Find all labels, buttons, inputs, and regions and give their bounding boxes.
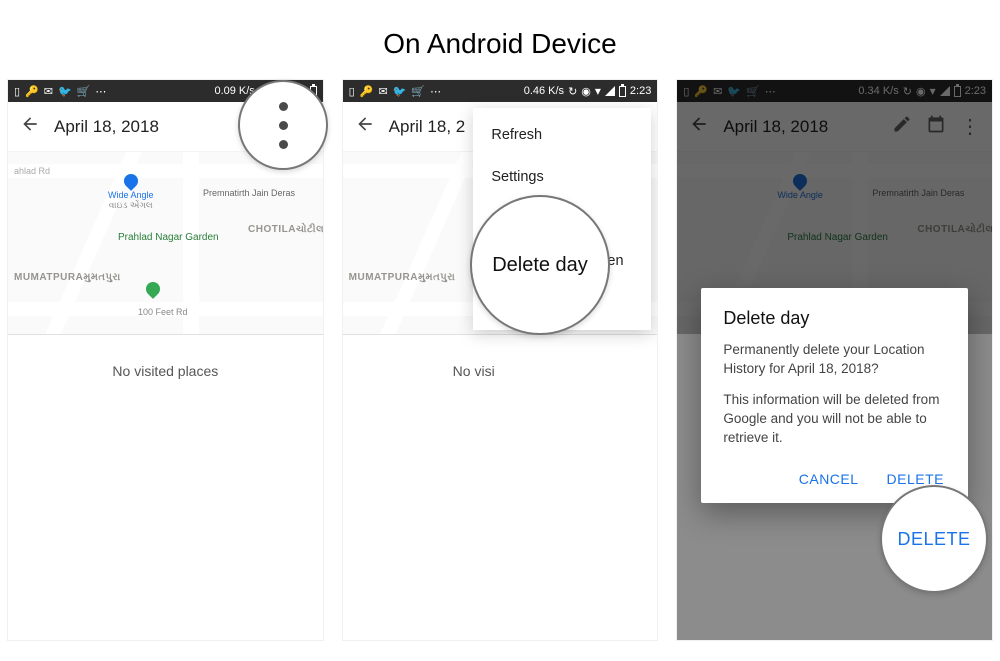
signal-icon: [605, 86, 615, 96]
key-icon: 🔑: [360, 85, 374, 98]
book-icon: ▯: [14, 85, 20, 98]
status-bar: ▯ 🔑 ✉ 🐦 🛒 ⋯ 0.46 K/s ↻ ◉ ▾ 2:23: [343, 80, 658, 102]
clock-time: 2:23: [630, 85, 651, 97]
dialog-body: Permanently delete your Location History…: [723, 341, 946, 447]
location-icon: ◉: [581, 85, 591, 98]
poi-prahlad: Prahlad Nagar Garden: [118, 232, 219, 243]
menu-settings[interactable]: Settings: [473, 156, 651, 198]
net-speed: 0.46 K/s: [524, 85, 564, 97]
dots-icon: ⋯: [95, 85, 106, 98]
screen-2: ▯ 🔑 ✉ 🐦 🛒 ⋯ 0.46 K/s ↻ ◉ ▾ 2:23 April 1: [343, 80, 658, 640]
highlight-delete-day: Delete day: [470, 195, 610, 335]
road-label-2: 100 Feet Rd: [138, 307, 188, 317]
key-icon: 🔑: [25, 85, 39, 98]
delete-day-dialog: Delete day Permanently delete your Locat…: [701, 288, 968, 503]
highlight-delete-button: DELETE: [880, 485, 988, 593]
cancel-button[interactable]: CANCEL: [797, 465, 861, 493]
dots-icon: ⋯: [430, 85, 441, 98]
map-view[interactable]: ahlad Rd MUMATPURAમુમતપુરા CHOTILAચોટીલા…: [8, 152, 323, 334]
cart-icon: 🛒: [411, 85, 425, 98]
cart-icon: 🛒: [77, 85, 91, 98]
battery-icon: [619, 86, 626, 97]
road-label: ahlad Rd: [14, 166, 50, 176]
map-pin-icon: [146, 282, 160, 298]
twitter-icon: 🐦: [58, 85, 72, 98]
status-left: ▯ 🔑 ✉ 🐦 🛒 ⋯: [14, 85, 106, 98]
area-chotila: CHOTILAચોટીલા: [248, 224, 323, 235]
poi-wide-angle: Wide Angleવાઇડ એંગલ: [108, 174, 154, 211]
mail-icon: ✉: [378, 85, 387, 98]
back-arrow-icon[interactable]: [20, 114, 40, 139]
no-places-sheet: No visited places: [8, 334, 323, 407]
mail-icon: ✉: [44, 85, 53, 98]
dialog-title: Delete day: [723, 308, 946, 329]
no-places-sheet: No visi: [343, 334, 658, 407]
status-left: ▯ 🔑 ✉ 🐦 🛒 ⋯: [349, 85, 441, 98]
back-arrow-icon[interactable]: [355, 114, 375, 139]
book-icon: ▯: [349, 85, 355, 98]
dialog-text-1: Permanently delete your Location History…: [723, 341, 946, 379]
wifi-icon: ▾: [595, 84, 601, 98]
area-mumatpura: MUMATPURAમુમતપુરા: [349, 272, 456, 283]
status-right: 0.46 K/s ↻ ◉ ▾ 2:23: [524, 84, 652, 98]
twitter-icon: 🐦: [393, 85, 407, 98]
poi-premnatirth: Premnatirth Jain Deras: [203, 188, 295, 198]
menu-refresh[interactable]: Refresh: [473, 114, 651, 156]
page-title: On Android Device: [0, 0, 1000, 80]
dialog-text-2: This information will be deleted from Go…: [723, 391, 946, 448]
highlight-overflow-icon: [238, 80, 328, 170]
area-mumatpura: MUMATPURAમુમતપુરા: [14, 272, 121, 283]
screens-row: ▯ 🔑 ✉ 🐦 🛒 ⋯ 0.09 K/s ↻ ◉ ▾ April 18, 201…: [0, 80, 1000, 640]
sync-icon: ↻: [568, 85, 577, 98]
